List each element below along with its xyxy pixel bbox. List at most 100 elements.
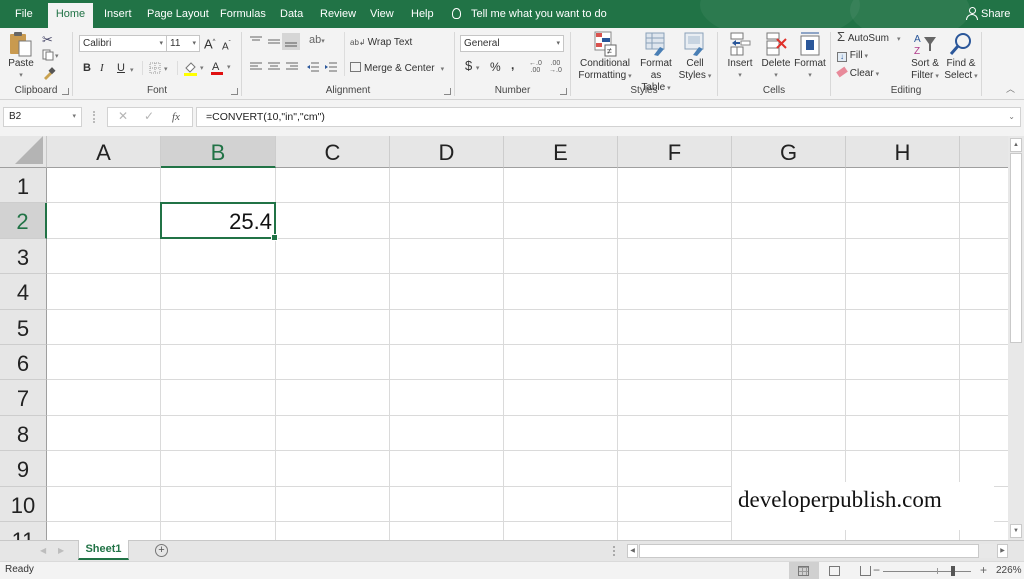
delete-cells-button[interactable]: Delete ▾ xyxy=(758,31,794,82)
column-header-f[interactable]: F xyxy=(618,136,732,168)
format-cells-button[interactable]: Format ▾ xyxy=(792,31,828,82)
increase-decimal-button[interactable]: ←.0.00 xyxy=(529,60,542,74)
underline-dropdown-icon[interactable]: ▾ xyxy=(130,65,134,77)
cancel-icon[interactable]: ✕ xyxy=(118,109,128,123)
tab-help[interactable]: Help xyxy=(405,0,440,28)
column-header-e[interactable]: E xyxy=(504,136,618,168)
column-header-h[interactable]: H xyxy=(846,136,960,168)
vertical-scrollbar[interactable]: ▲ ▼ xyxy=(1008,136,1024,540)
clear-button[interactable]: Clear ▾ xyxy=(836,66,879,81)
orientation-icon[interactable]: ab▾ xyxy=(309,34,325,46)
fill-color-icon[interactable]: ▾ xyxy=(183,60,207,79)
tab-insert[interactable]: Insert xyxy=(98,0,138,28)
align-center-icon[interactable] xyxy=(267,62,281,75)
align-right-icon[interactable] xyxy=(285,62,299,75)
conditional-formatting-button[interactable]: ≠ Conditional Formatting ▾ xyxy=(575,31,635,83)
wrap-text-button[interactable]: ab↲ Wrap Text xyxy=(350,37,412,49)
cell-b2[interactable]: 25.4 xyxy=(161,203,276,238)
underline-button[interactable]: U xyxy=(117,62,125,74)
row-header-4[interactable]: 4 xyxy=(0,274,47,310)
row-header-5[interactable]: 5 xyxy=(0,309,47,345)
scroll-up-icon[interactable]: ▲ xyxy=(1010,138,1022,152)
tab-file[interactable]: File xyxy=(9,0,39,28)
tab-split-handle[interactable] xyxy=(613,546,615,556)
middle-align-icon[interactable] xyxy=(267,36,281,51)
increase-font-button[interactable]: A^ xyxy=(204,36,216,50)
column-header-a[interactable]: A xyxy=(47,136,161,168)
number-format-dropdown[interactable]: General ▾ xyxy=(460,35,564,52)
fill-button[interactable]: ↓ Fill ▾ xyxy=(837,50,868,63)
zoom-in-button[interactable]: + xyxy=(980,563,987,577)
decrease-decimal-button[interactable]: .00 →.0 xyxy=(549,60,562,74)
align-left-icon[interactable] xyxy=(249,62,263,75)
formula-bar-resize-handle[interactable] xyxy=(93,111,95,123)
vertical-scroll-thumb[interactable] xyxy=(1010,153,1022,343)
tab-formulas[interactable]: Formulas xyxy=(214,0,272,28)
bold-button[interactable]: B xyxy=(83,62,91,74)
merge-center-button[interactable]: Merge & Center ▾ xyxy=(350,62,444,76)
worksheet-grid[interactable]: ABCDEFGH 1234567891011 25.4 developerpublis… xyxy=(0,136,1008,540)
find-select-button[interactable]: Find & Select ▾ xyxy=(943,31,979,83)
row-header-8[interactable]: 8 xyxy=(0,415,47,452)
sort-filter-button[interactable]: A Z Sort & Filter ▾ xyxy=(907,31,943,83)
row-header-10[interactable]: 10 xyxy=(0,486,47,522)
tab-home[interactable]: Home xyxy=(48,3,93,28)
bottom-align-icon[interactable] xyxy=(282,33,300,50)
row-header-7[interactable]: 7 xyxy=(0,380,47,416)
zoom-slider-track[interactable] xyxy=(883,571,971,572)
comma-button[interactable]: , xyxy=(511,59,514,71)
tab-review[interactable]: Review xyxy=(314,0,362,28)
percent-button[interactable]: % xyxy=(490,61,501,73)
row-header-11[interactable]: 11 xyxy=(0,522,47,540)
currency-button[interactable]: $ ▾ xyxy=(465,59,479,75)
zoom-out-button[interactable]: − xyxy=(873,563,880,577)
scroll-right-icon[interactable]: ▶ xyxy=(997,544,1008,558)
scroll-left-icon[interactable]: ◀ xyxy=(627,544,638,558)
row-header-2[interactable]: 2 xyxy=(0,203,47,239)
tell-me-search[interactable]: Tell me what you want to do xyxy=(452,0,607,28)
tab-view[interactable]: View xyxy=(364,0,400,28)
row-header-6[interactable]: 6 xyxy=(0,345,47,381)
cut-icon[interactable]: ✂ xyxy=(42,32,53,48)
enter-icon[interactable]: ✓ xyxy=(144,109,154,123)
previous-sheet-icon[interactable]: ◀ xyxy=(40,546,46,555)
sheet-tab-sheet1[interactable]: Sheet1 xyxy=(78,540,129,560)
insert-function-icon[interactable]: fx xyxy=(172,111,180,123)
select-all-button[interactable] xyxy=(0,136,47,168)
row-header-3[interactable]: 3 xyxy=(0,238,47,275)
borders-icon[interactable]: ▾ xyxy=(149,62,171,77)
top-align-icon[interactable] xyxy=(249,36,263,49)
zoom-slider-thumb[interactable] xyxy=(951,566,955,576)
paste-button[interactable]: Paste ▾ xyxy=(4,30,38,86)
add-sheet-icon[interactable]: + xyxy=(155,544,168,557)
tab-page-layout[interactable]: Page Layout xyxy=(141,0,215,28)
font-size-dropdown[interactable]: 11 ▾ xyxy=(166,35,200,52)
row-header-9[interactable]: 9 xyxy=(0,451,47,487)
horizontal-scrollbar[interactable]: ◀ ▶ xyxy=(627,544,1008,558)
column-header-c[interactable]: C xyxy=(276,136,390,168)
normal-view-button[interactable] xyxy=(789,562,819,579)
number-dialog-launcher[interactable] xyxy=(560,88,567,95)
increase-indent-icon[interactable] xyxy=(324,61,338,76)
font-color-icon[interactable]: A ▾ xyxy=(210,59,234,78)
font-name-dropdown[interactable]: Calibri ▾ xyxy=(79,35,167,52)
cell-styles-button[interactable]: Cell Styles ▾ xyxy=(677,31,713,83)
formula-input[interactable]: =CONVERT(10,"in","cm") ⌄ xyxy=(196,107,1021,127)
column-header-i[interactable] xyxy=(960,136,1008,168)
share-button[interactable]: Share xyxy=(966,0,1010,28)
row-header-1[interactable]: 1 xyxy=(0,168,47,204)
column-header-g[interactable]: G xyxy=(732,136,846,168)
font-dialog-launcher[interactable] xyxy=(231,88,238,95)
italic-button[interactable]: I xyxy=(100,62,104,74)
name-box[interactable]: B2 ▾ xyxy=(3,107,82,127)
next-sheet-icon[interactable]: ▶ xyxy=(58,546,64,555)
format-painter-icon[interactable] xyxy=(42,66,56,83)
collapse-ribbon-icon[interactable]: ︿ xyxy=(1006,83,1015,95)
alignment-dialog-launcher[interactable] xyxy=(444,88,451,95)
copy-icon[interactable]: ▾ xyxy=(42,49,60,64)
insert-cells-button[interactable]: Insert ▾ xyxy=(722,31,758,82)
page-layout-view-button[interactable] xyxy=(820,562,850,579)
scroll-down-icon[interactable]: ▼ xyxy=(1010,524,1022,538)
decrease-indent-icon[interactable] xyxy=(306,61,320,76)
zoom-level[interactable]: 226% xyxy=(996,565,1022,576)
